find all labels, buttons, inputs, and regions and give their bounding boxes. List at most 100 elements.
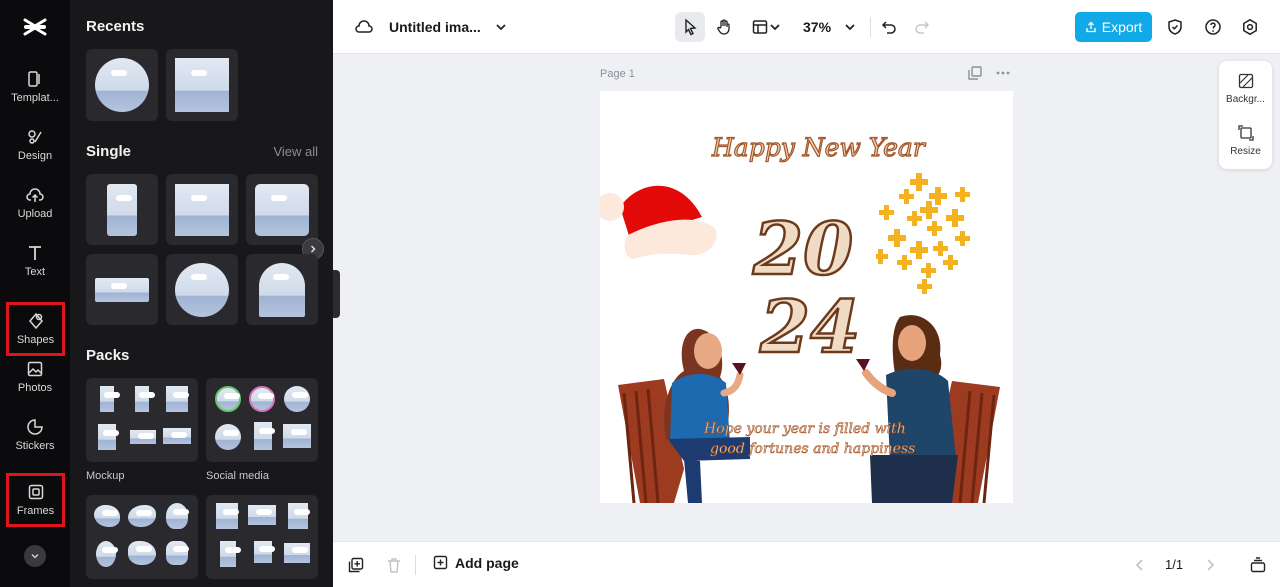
duplicate-page-button[interactable]: [962, 60, 988, 86]
rail-item-shapes[interactable]: Shapes: [6, 302, 65, 356]
capcut-logo[interactable]: [22, 14, 48, 40]
cloud-icon: [355, 20, 373, 33]
frame-thumbnail: [166, 503, 189, 529]
top-bar: Untitled ima... 37% Export: [333, 0, 1280, 54]
hand-icon: [717, 19, 730, 35]
template-icon: [28, 71, 40, 87]
undo-button[interactable]: [874, 12, 904, 42]
frame-thumbnail: [163, 428, 191, 444]
redo-button[interactable]: [907, 12, 937, 42]
design-page[interactable]: Happy New Year 20 24 Hope your year is f…: [600, 91, 1013, 503]
help-button[interactable]: [1198, 12, 1228, 42]
assets-panel: Recents Single View all Packs Mockup Soc…: [70, 0, 333, 587]
rail-item-stickers[interactable]: Stickers: [2, 408, 68, 462]
export-button[interactable]: Export: [1075, 12, 1152, 42]
pack-mockup[interactable]: [86, 378, 198, 462]
document-title[interactable]: Untitled ima...: [389, 19, 481, 35]
cloud-save-button[interactable]: [349, 12, 379, 42]
resize-tool-button[interactable]: Resize: [1219, 115, 1272, 167]
frame-thumbnail: [175, 183, 229, 236]
frame-arch[interactable]: [246, 254, 318, 325]
export-label: Export: [1101, 19, 1143, 35]
rail-item-templates[interactable]: Templat...: [2, 60, 68, 114]
chevron-right-icon: [310, 245, 316, 253]
rail-item-design[interactable]: Design: [2, 118, 68, 172]
couple-toasting-illustration[interactable]: [600, 309, 1013, 503]
rail-label: Stickers: [15, 440, 55, 452]
frame-thumbnail: [215, 424, 241, 450]
export-icon: [1086, 21, 1096, 33]
frame-square[interactable]: [166, 174, 238, 245]
shield-button[interactable]: [1160, 12, 1190, 42]
zoom-dropdown[interactable]: [835, 12, 865, 42]
view-all-link[interactable]: View all: [273, 144, 318, 159]
pack-social-media[interactable]: [206, 378, 318, 462]
pack-grid[interactable]: [206, 495, 318, 579]
year-text-top[interactable]: 20: [752, 211, 855, 286]
frame-thumbnail: [284, 543, 310, 563]
santa-hat-sticker[interactable]: [600, 179, 720, 269]
frame-circle[interactable]: [166, 254, 238, 325]
pages-icon: [1250, 557, 1266, 573]
rail-item-photos[interactable]: Photos: [2, 350, 68, 404]
side-tools-panel: Backgr... Resize: [1219, 61, 1272, 169]
duplicate-icon: [968, 66, 982, 80]
frame-thumbnail: [100, 386, 121, 412]
frame-thumbnail: [175, 262, 229, 317]
rail-label: Frames: [16, 505, 55, 517]
add-copy-icon: [348, 557, 364, 573]
duplicate-page-bottom-button[interactable]: [341, 550, 371, 580]
frame-thumbnail: [175, 58, 229, 112]
message-line-2[interactable]: good fortunes and happiness: [710, 441, 916, 458]
frame-thumbnail: [128, 541, 156, 565]
frame-thumbnail: [284, 386, 310, 412]
rail-item-text[interactable]: Text: [2, 234, 68, 288]
resize-label: Resize: [1230, 146, 1261, 157]
cursor-icon: [685, 18, 697, 36]
title-menu-button[interactable]: [486, 12, 516, 42]
text-icon: [29, 246, 41, 260]
page-label: Page 1: [600, 68, 635, 80]
zoom-level[interactable]: 37%: [803, 19, 831, 35]
page-more-button[interactable]: [990, 60, 1016, 86]
sticker-icon: [27, 419, 43, 435]
settings-button[interactable]: [1235, 12, 1265, 42]
resize-icon: [1237, 125, 1254, 141]
delete-page-button[interactable]: [379, 550, 409, 580]
background-tool-button[interactable]: Backgr...: [1219, 63, 1272, 115]
rail-more-button[interactable]: [24, 545, 46, 567]
page-count: 1/1: [1165, 557, 1184, 572]
add-page-button[interactable]: Add page: [433, 555, 519, 571]
layout-dropdown[interactable]: [765, 12, 785, 42]
recent-frame-circle[interactable]: [86, 49, 158, 121]
frame-thumbnail: [166, 386, 189, 412]
heading-text[interactable]: Happy New Year: [711, 132, 925, 162]
rail-label: Text: [24, 266, 46, 278]
panel-collapse-handle[interactable]: [333, 270, 340, 318]
previous-page-button[interactable]: [1125, 550, 1155, 580]
message-line-1[interactable]: Hope your year is filled with: [704, 421, 906, 438]
sparkles-sticker[interactable]: [876, 171, 976, 299]
frame-thumbnail: [254, 422, 276, 450]
rail-item-frames[interactable]: Frames: [6, 473, 65, 527]
rail-label: Templat...: [11, 92, 59, 104]
single-title: Single: [86, 143, 132, 160]
shield-icon: [1168, 19, 1182, 35]
frame-rounded[interactable]: [246, 174, 318, 245]
frame-thumbnail: [96, 541, 118, 567]
frame-landscape[interactable]: [86, 254, 158, 325]
chevron-down-icon: [770, 24, 780, 31]
hand-tool-button[interactable]: [709, 12, 739, 42]
recent-frame-square[interactable]: [166, 49, 238, 121]
gear-icon: [1243, 18, 1257, 36]
rail-item-upload[interactable]: Upload: [2, 176, 68, 230]
next-page-button[interactable]: [1195, 550, 1225, 580]
pack-shapes-blobs[interactable]: [86, 495, 198, 579]
page-manager-button[interactable]: [1243, 550, 1273, 580]
frame-portrait[interactable]: [86, 174, 158, 245]
frame-thumbnail: [95, 58, 149, 112]
frame-thumbnail: [259, 262, 305, 317]
chevron-down-icon: [496, 24, 506, 31]
select-tool-button[interactable]: [675, 12, 705, 42]
frame-thumbnail: [254, 541, 276, 563]
